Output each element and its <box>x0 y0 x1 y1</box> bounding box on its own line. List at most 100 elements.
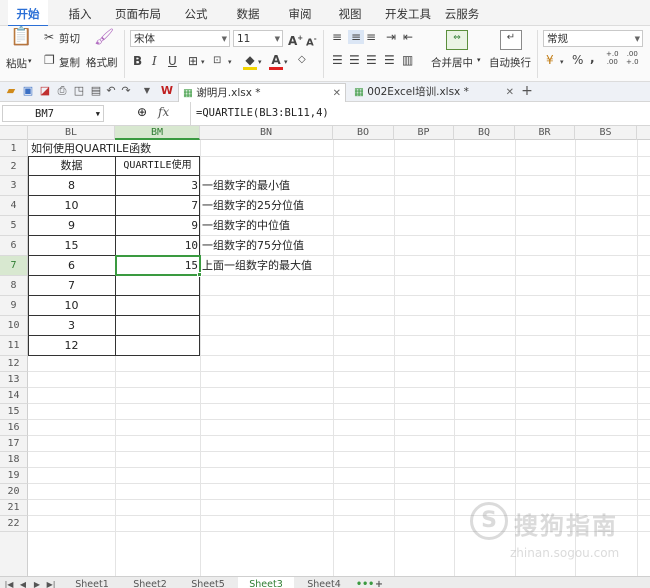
paste-dropdown-icon[interactable]: ▾ <box>28 57 32 65</box>
cell-data[interactable]: 10 <box>28 196 115 215</box>
font-color-icon[interactable]: A <box>269 53 283 70</box>
sheet-tab-sheet3[interactable]: Sheet3 <box>238 577 294 588</box>
first-sheet-arrow-icon[interactable]: |◀ <box>4 577 14 588</box>
chevron-down-icon[interactable]: ▼ <box>140 84 154 98</box>
doc-tab-2[interactable]: ▦ 002Excel培训.xlsx * ✕ <box>350 83 518 102</box>
chevron-down-icon[interactable]: ▾ <box>284 55 288 69</box>
column-header-bo[interactable]: BO <box>333 126 394 140</box>
fill-color-icon[interactable]: ◆ <box>243 53 257 70</box>
new-tab-button[interactable]: + <box>520 84 534 98</box>
copy-icon[interactable]: ❐ <box>44 53 55 67</box>
prev-sheet-arrow-icon[interactable]: ◀ <box>18 577 28 588</box>
cell-data[interactable]: 3 <box>28 316 115 335</box>
font-name-select[interactable]: 宋体 ▼ <box>130 30 230 47</box>
align-middle-icon[interactable]: ≡ <box>348 30 364 44</box>
underline-button[interactable]: U <box>168 54 177 68</box>
currency-icon[interactable]: ¥ <box>546 53 554 67</box>
sheet-tab-sheet2[interactable]: Sheet2 <box>122 577 178 588</box>
menu-tab-insert[interactable]: 插入 <box>60 0 100 26</box>
chevron-down-icon[interactable]: ▾ <box>560 55 564 69</box>
formula-input[interactable]: =QUARTILE(BL3:BL11,4) <box>196 107 329 119</box>
row-header-22[interactable]: 22 <box>0 516 28 532</box>
increase-font-icon[interactable]: A+ <box>288 31 303 48</box>
doc-tab-1[interactable]: ▦ 谢明月.xlsx * ✕ <box>178 83 346 102</box>
outdent-icon[interactable]: ⇤ <box>403 30 413 44</box>
row-header-13[interactable]: 13 <box>0 372 28 388</box>
comma-button[interactable]: , <box>590 51 595 65</box>
row-header-3[interactable]: 3 <box>0 176 28 196</box>
align-left-icon[interactable]: ☰ <box>332 53 343 67</box>
cell-result[interactable]: 9 <box>115 216 200 235</box>
menu-tab-cloud[interactable]: 云服务 <box>440 0 484 26</box>
cell-style-icon[interactable]: ⊡ <box>213 54 221 68</box>
cell-data[interactable]: 8 <box>28 176 115 195</box>
menu-tab-page-layout[interactable]: 页面布局 <box>110 0 166 26</box>
cell-title[interactable]: 如何使用QUARTILE函数 <box>29 140 154 157</box>
indent-icon[interactable]: ⇥ <box>386 30 396 44</box>
close-icon[interactable]: ✕ <box>506 83 514 102</box>
bold-button[interactable]: B <box>133 54 142 68</box>
row-header-10[interactable]: 10 <box>0 316 28 336</box>
column-header-bq[interactable]: BQ <box>454 126 515 140</box>
border-icon[interactable]: ⊞ <box>188 54 198 68</box>
menu-tab-view[interactable]: 视图 <box>330 0 370 26</box>
select-all-corner[interactable] <box>0 126 28 140</box>
font-size-select[interactable]: 11 ▼ <box>233 30 283 47</box>
row-header-1[interactable]: 1 <box>0 140 28 157</box>
row-header-8[interactable]: 8 <box>0 276 28 296</box>
close-icon[interactable]: ✕ <box>333 84 341 103</box>
cut-button[interactable]: 剪切 <box>59 31 80 46</box>
row-header-15[interactable]: 15 <box>0 404 28 420</box>
clear-format-icon[interactable]: ◇ <box>298 53 306 67</box>
more-sheets-icon[interactable]: ••• <box>356 577 374 588</box>
cell-data[interactable]: 9 <box>28 216 115 235</box>
row-header-5[interactable]: 5 <box>0 216 28 236</box>
align-bottom-icon[interactable]: ≡ <box>366 30 376 44</box>
number-format-select[interactable]: 常规 ▼ <box>543 30 643 47</box>
cell-result[interactable]: 7 <box>115 196 200 215</box>
cell-data[interactable]: 7 <box>28 276 115 295</box>
format-painter-button[interactable]: 格式刷 <box>86 55 118 70</box>
cell-note[interactable]: 上面一组数字的最大值 <box>200 256 314 275</box>
export-icon[interactable]: ▤ <box>89 84 103 98</box>
menu-tab-formulas[interactable]: 公式 <box>176 0 216 26</box>
row-header-11[interactable]: 11 <box>0 336 28 356</box>
row-header-16[interactable]: 16 <box>0 420 28 436</box>
row-header-21[interactable]: 21 <box>0 500 28 516</box>
print-preview-icon[interactable]: ◳ <box>72 84 86 98</box>
percent-button[interactable]: % <box>572 53 583 67</box>
redo-icon[interactable]: ↷ <box>119 84 133 98</box>
last-sheet-arrow-icon[interactable]: ▶| <box>46 577 56 588</box>
wrap-text-icon[interactable]: ↵ <box>500 30 522 50</box>
pdf-icon[interactable]: ◪ <box>38 84 52 98</box>
sheet-tab-sheet5[interactable]: Sheet5 <box>180 577 236 588</box>
merge-center-button[interactable]: 合并居中 <box>431 55 473 70</box>
sheet-tab-sheet1[interactable]: Sheet1 <box>64 577 120 588</box>
insert-function-button[interactable]: fx <box>158 105 169 119</box>
add-sheet-button[interactable]: + <box>372 577 386 588</box>
cell-data[interactable]: 10 <box>28 296 115 315</box>
chevron-down-icon[interactable]: ▾ <box>258 55 262 69</box>
menu-tab-review[interactable]: 审阅 <box>280 0 320 26</box>
cell-note[interactable]: 一组数字的中位值 <box>200 216 292 235</box>
align-top-icon[interactable]: ≡ <box>332 30 342 44</box>
column-header-br[interactable]: BR <box>515 126 575 140</box>
paste-icon[interactable]: 📋 <box>10 28 32 52</box>
align-center-icon[interactable]: ☰ <box>349 53 360 67</box>
copy-button[interactable]: 复制 <box>59 55 80 70</box>
name-box[interactable]: BM7 ▼ <box>2 105 104 122</box>
cell-header-quartile[interactable]: QUARTILE使用 <box>115 157 200 175</box>
chevron-down-icon[interactable]: ▾ <box>228 55 232 69</box>
format-painter-icon[interactable]: 🖌 <box>94 29 114 45</box>
row-header-18[interactable]: 18 <box>0 452 28 468</box>
cell-data[interactable]: 6 <box>28 256 115 275</box>
column-header-bl[interactable]: BL <box>28 126 115 140</box>
cell-data[interactable]: 15 <box>28 236 115 255</box>
save-icon[interactable]: ▣ <box>21 84 35 98</box>
row-header-4[interactable]: 4 <box>0 196 28 216</box>
row-header-12[interactable]: 12 <box>0 356 28 372</box>
row-header-14[interactable]: 14 <box>0 388 28 404</box>
decrease-font-icon[interactable]: A- <box>306 32 317 50</box>
cell-note[interactable]: 一组数字的75分位值 <box>200 236 306 255</box>
zoom-icon[interactable]: ⊕ <box>137 105 147 119</box>
